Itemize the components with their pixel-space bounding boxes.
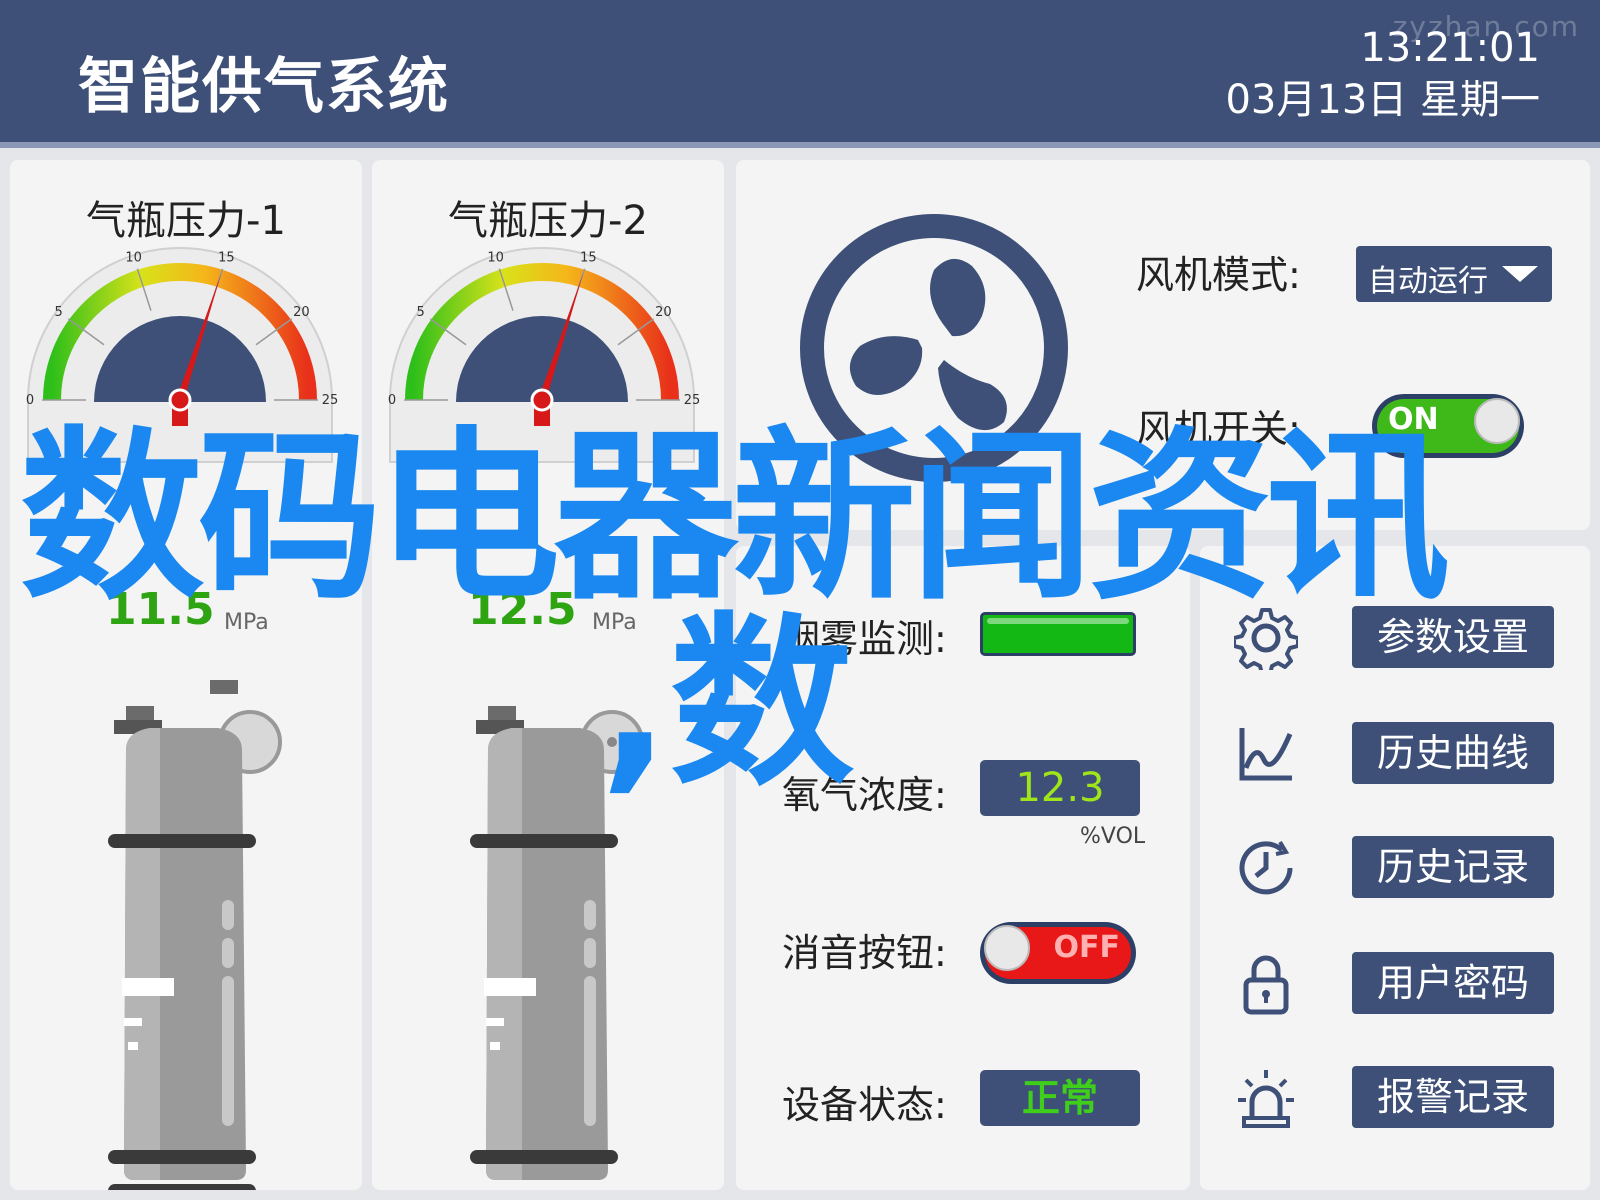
menu-item-history-records[interactable]: 历史记录 — [1200, 836, 1590, 900]
gauge-tick-label: 0 — [388, 393, 396, 408]
menu-item-alarm-records[interactable]: 报警记录 — [1200, 1066, 1590, 1130]
overlay-headline: 数码电器新闻资讯 — [20, 411, 1450, 625]
gauge-pivot — [530, 388, 554, 412]
menu-item-history-chart[interactable]: 历史曲线 — [1200, 722, 1590, 786]
header-bar: 智能供气系统 zyzhan.com 13:21:01 03月13日 星期一 — [0, 0, 1600, 148]
gauge-tick-label: 15 — [218, 250, 235, 265]
mute-label: 消音按钮: — [782, 931, 947, 975]
fan-mode-value: 自动运行 — [1368, 264, 1488, 299]
clock: 13:21:01 03月13日 星期一 — [1225, 22, 1540, 126]
clock-icon — [1239, 840, 1293, 895]
device-status-label: 设备状态: — [782, 1083, 947, 1127]
gauge-tick-label: 0 — [26, 393, 34, 408]
history-records-button[interactable]: 历史记录 — [1352, 836, 1554, 898]
clock-time: 13:21:01 — [1360, 25, 1540, 71]
mute-toggle[interactable]: OFF — [980, 922, 1136, 984]
gauge-pivot — [168, 388, 192, 412]
lock-icon — [1243, 955, 1289, 1015]
gauge-tick-label: 15 — [580, 250, 597, 265]
overlay-headline-continued: ,数 — [600, 597, 854, 811]
device-status-value: 正常 — [980, 1070, 1140, 1126]
fan-mode-dropdown[interactable]: 自动运行 — [1356, 246, 1552, 302]
gauge-tick-label: 25 — [684, 393, 701, 408]
line-chart-icon — [1239, 728, 1293, 781]
gauge-tick-label: 10 — [487, 250, 504, 265]
menu-panel: 参数设置 历史曲线 历史记录 用户密码 报警记录 — [1200, 546, 1590, 1190]
gauge-tick-label: 25 — [322, 393, 339, 408]
oxygen-unit: %VOL — [1080, 824, 1146, 849]
menu-item-user-password[interactable]: 用户密码 — [1200, 952, 1590, 1016]
gauge-tick-label: 20 — [655, 305, 672, 320]
app-title: 智能供气系统 — [78, 52, 450, 122]
toggle-state-label: OFF — [1053, 930, 1121, 965]
gas-cylinder-icon — [108, 680, 282, 1190]
chevron-down-icon — [1502, 266, 1538, 282]
oxygen-value: 12.3 — [980, 760, 1140, 816]
alarm-icon — [1238, 1070, 1294, 1128]
user-password-button[interactable]: 用户密码 — [1352, 952, 1554, 1014]
gauge-tick-label: 5 — [417, 305, 425, 320]
gauge-tick-label: 10 — [125, 250, 142, 265]
gauge-tick-label: 20 — [293, 305, 310, 320]
toggle-knob — [1474, 398, 1520, 444]
alarm-records-button[interactable]: 报警记录 — [1352, 1066, 1554, 1128]
fan-mode-label: 风机模式: — [1136, 253, 1301, 297]
toggle-knob — [984, 925, 1030, 971]
history-chart-button[interactable]: 历史曲线 — [1352, 722, 1554, 784]
clock-date: 03月13日 星期一 — [1225, 77, 1540, 123]
gauge-tick-label: 5 — [55, 305, 63, 320]
gauge-panel-1: 气瓶压力-1 0 5 10 15 20 25 11.5 MPa — [10, 160, 362, 1190]
